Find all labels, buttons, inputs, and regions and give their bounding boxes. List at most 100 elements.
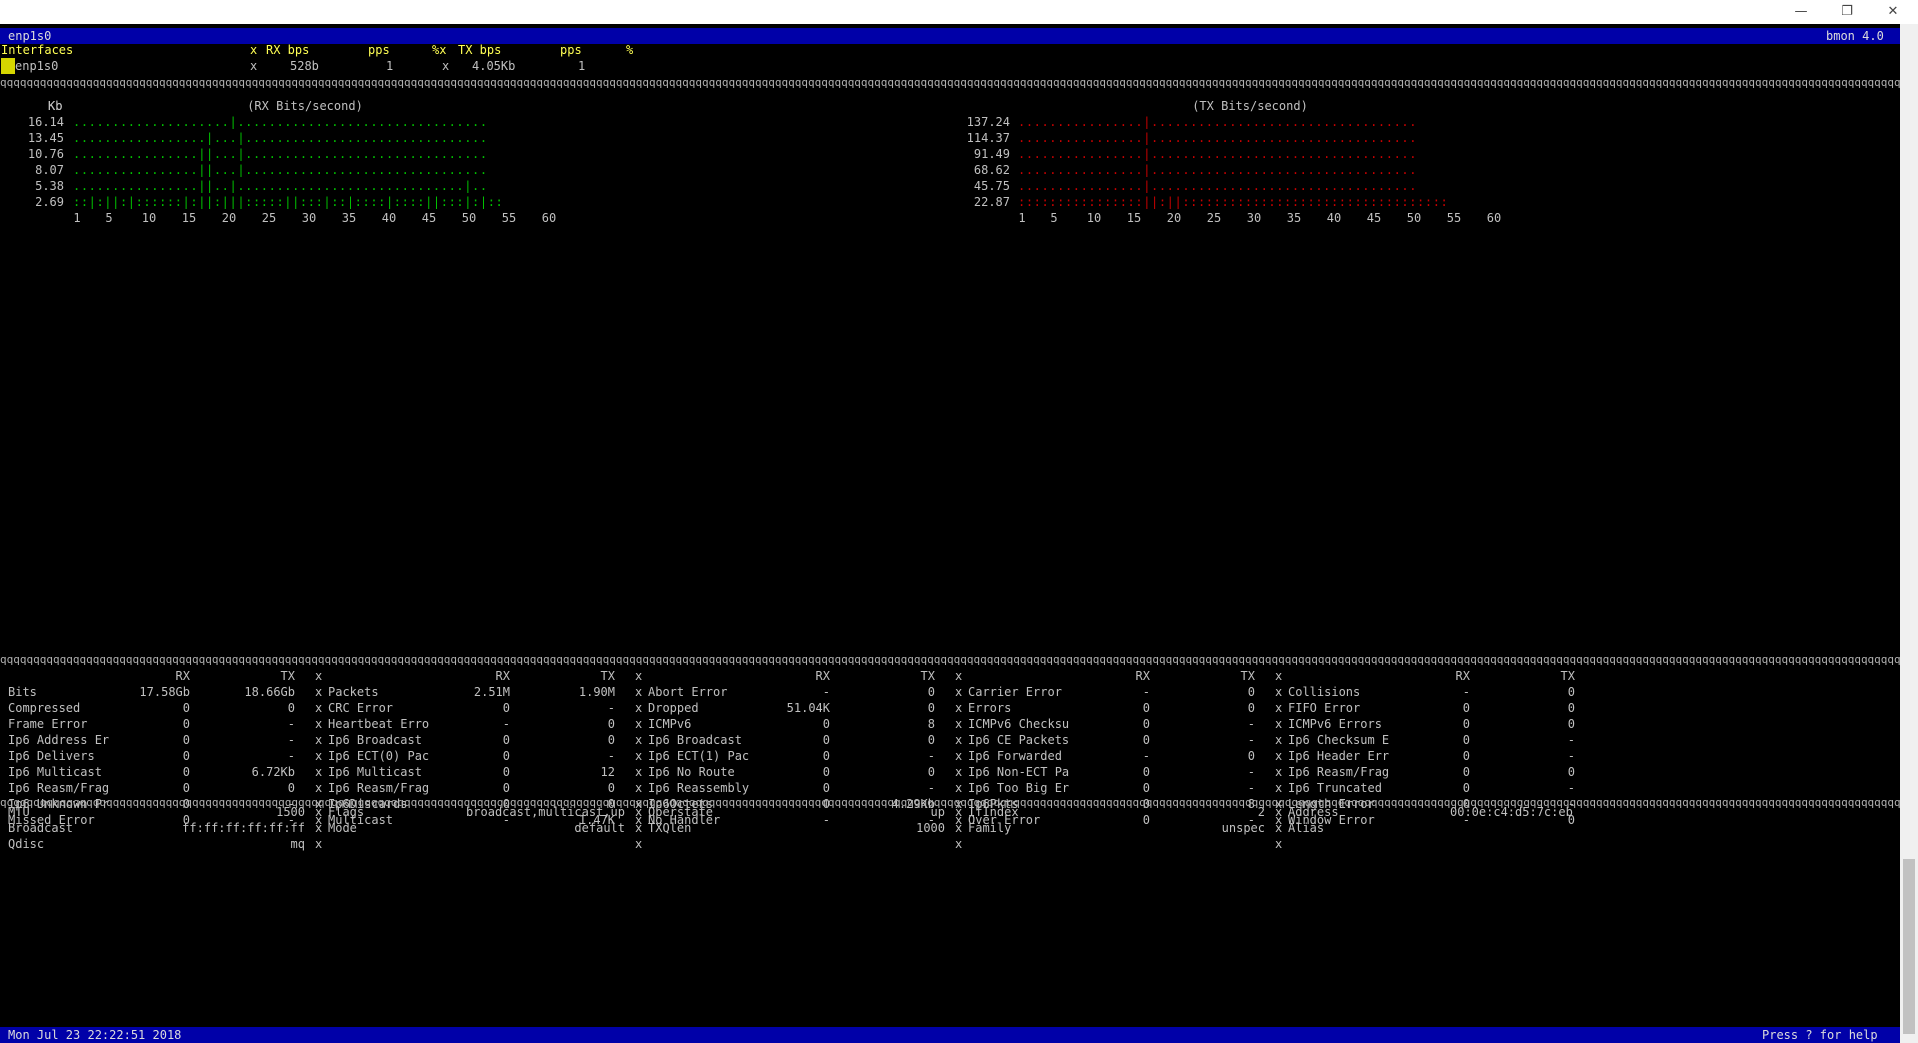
stat-tx-value: 8	[927, 717, 935, 731]
stat-label: Ip6 Checksum E	[1288, 733, 1390, 747]
graph-row: ................|.......................…	[1018, 179, 1418, 193]
stat-tx-value: 6.72Kb	[251, 765, 295, 779]
stat-label: Ip6 Reasm/Frag	[328, 781, 430, 795]
x-tick-label: 30	[1246, 211, 1262, 225]
graph-row: ::::::::::::::::||:||:::::::::::::::::::…	[1018, 195, 1449, 209]
stat-label: Frame Error	[8, 717, 88, 731]
column-separator: x	[1275, 765, 1283, 779]
column-separator: x	[635, 837, 643, 851]
info-value: ff:ff:ff:ff:ff:ff	[182, 821, 305, 835]
column-separator: x	[635, 781, 643, 795]
info-value: 1500	[276, 805, 305, 819]
stat-label: ICMPv6	[648, 717, 692, 731]
column-separator: x	[1275, 669, 1283, 683]
y-tick-label: 114.37	[966, 131, 1010, 145]
scrollbar-thumb[interactable]	[1903, 859, 1915, 1034]
stat-label: Ip6 Header Err	[1288, 749, 1390, 763]
close-icon[interactable]: ✕	[1870, 0, 1916, 22]
column-separator: x	[1275, 733, 1283, 747]
help-hint: Press ? for help	[1762, 1028, 1878, 1042]
stat-tx-value: 1.90M	[578, 685, 615, 699]
column-separator: x	[1275, 701, 1283, 715]
stat-label: Packets	[328, 685, 379, 699]
stat-label: Ip6 Broadcast	[328, 733, 422, 747]
stat-label: Ip6 ECT(0) Pac	[328, 749, 430, 763]
stat-rx-value: 17.58Gb	[139, 685, 190, 699]
column-separator: x	[955, 837, 963, 851]
stat-tx-value: -	[1247, 733, 1255, 747]
info-value: 00:0e:c4:d5:7c:eb	[1450, 805, 1573, 819]
stat-label: Ip6 Reassembly	[648, 781, 750, 795]
stat-label: Ip6 Multicast	[8, 765, 102, 779]
y-tick-label: 22.87	[973, 195, 1010, 209]
x-tick-label: 1	[73, 211, 81, 225]
stat-tx-value: 0	[607, 781, 615, 795]
stat-rx-value: 0	[1142, 813, 1150, 827]
x-tick-label: 55	[501, 211, 517, 225]
x-tick-label: 50	[461, 211, 477, 225]
y-tick-label: 8.07	[35, 163, 64, 177]
tx-column-header: TX	[280, 669, 295, 683]
tx-pps-header: pps	[560, 43, 582, 57]
tx-pct-header: %	[626, 43, 634, 57]
y-tick-label: 2.69	[35, 195, 64, 209]
separator-line: qqqqqqqqqqqqqqqqqqqqqqqqqqqqqqqqqqqqqqqq…	[0, 76, 1900, 89]
info-label: Broadcast	[8, 821, 74, 835]
column-separator: x	[315, 669, 323, 683]
text-cursor	[1, 58, 15, 74]
column-separator: x	[635, 701, 643, 715]
info-label: TXQlen	[648, 821, 692, 835]
stat-tx-value: 0	[1247, 701, 1255, 715]
info-label: Qdisc	[8, 837, 45, 851]
info-value: 1000	[916, 821, 945, 835]
stat-tx-value: -	[1567, 733, 1575, 747]
graph-row: ................|.......................…	[1018, 115, 1418, 129]
column-separator: x	[1275, 781, 1283, 795]
stat-rx-value: 0	[1142, 701, 1150, 715]
interfaces-column-header: Interfaces	[1, 43, 74, 57]
x-tick-label: 20	[1166, 211, 1182, 225]
stat-tx-value: -	[1247, 717, 1255, 731]
column-separator: x	[1275, 837, 1283, 851]
stat-tx-value: 0	[287, 701, 295, 715]
x-tick-label: 60	[541, 211, 557, 225]
minimize-icon[interactable]: —	[1778, 0, 1824, 22]
stat-label: CRC Error	[328, 701, 394, 715]
info-value: up	[930, 805, 945, 819]
terminal-screen[interactable]: enp1s0 bmon 4.0 Interfaces x RX bps pps …	[0, 24, 1900, 1043]
x-tick-label: 50	[1406, 211, 1422, 225]
stat-rx-value: 0	[1142, 717, 1150, 731]
column-separator: x	[315, 717, 323, 731]
interface-row[interactable]: enp1s0 x 528b 1 x 4.05Kb 1	[0, 58, 1900, 74]
graph-row: .................|...|..................…	[73, 131, 488, 145]
stat-label: FIFO Error	[1288, 701, 1361, 715]
stat-tx-value: 0	[1567, 765, 1575, 779]
rx-column-header: RX	[495, 669, 510, 683]
tx-bps-value: 4.05Kb	[472, 59, 516, 73]
stat-tx-value: 0	[927, 685, 935, 699]
x-tick-label: 30	[301, 211, 317, 225]
restore-icon[interactable]: ❐	[1824, 0, 1870, 22]
stat-tx-value: 0	[607, 733, 615, 747]
stat-rx-value: 0	[182, 701, 190, 715]
stat-tx-value: -	[607, 749, 615, 763]
terminal-window: — ❐ ✕ enp1s0 bmon 4.0 Interfaces x RX bp…	[0, 0, 1918, 1043]
vertical-scrollbar[interactable]	[1900, 24, 1918, 1043]
x-tick-label: 5	[105, 211, 113, 225]
stat-tx-value: -	[1567, 749, 1575, 763]
stat-label: ICMPv6 Checksu	[968, 717, 1070, 731]
column-separator: x	[315, 749, 323, 763]
separator-line: qqqqqqqqqqqqqqqqqqqqqqqqqqqqqqqqqqqqqqqq…	[0, 653, 1900, 666]
tx-column-header: TX	[600, 669, 615, 683]
stat-label: Ip6 ECT(1) Pac	[648, 749, 750, 763]
column-separator: x	[1275, 821, 1283, 835]
column-separator: x	[1275, 805, 1283, 819]
stat-label: Compressed	[8, 701, 81, 715]
stat-rx-value: 0	[1462, 701, 1470, 715]
graph-row: ................||...|..................…	[73, 147, 488, 161]
stat-rx-value: 0	[822, 749, 830, 763]
stat-rx-value: 0	[822, 733, 830, 747]
graph-row: ::|:||:|::::::|:||:|||:::::||:::|::|::::…	[73, 195, 504, 209]
interface-name: enp1s0	[15, 59, 59, 73]
info-value: unspec	[1221, 821, 1265, 835]
